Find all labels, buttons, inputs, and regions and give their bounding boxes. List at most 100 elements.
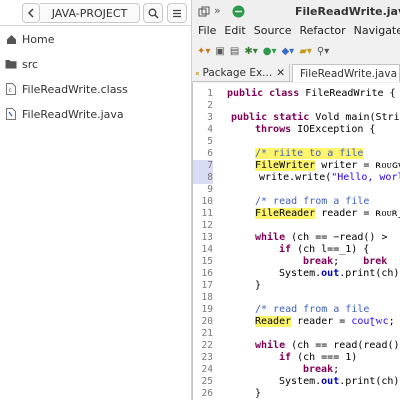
- window-title: FileReadWrite.java: [295, 5, 400, 18]
- run-icon[interactable]: ●▾: [263, 46, 277, 57]
- menu-button[interactable]: [167, 3, 187, 23]
- toolbar: ✦▾ ▣ ▤ ✱▾ ●▾ ◆▾ ▰▾ ⚲▾: [192, 42, 400, 60]
- line-number: 13: [201, 232, 213, 243]
- search-button[interactable]: [143, 3, 163, 23]
- code-line: /* riite to a file: [255, 148, 364, 159]
- line-number: 11: [201, 208, 213, 219]
- list-item-label: FileReadWrite.java: [22, 107, 124, 121]
- code-line: break;: [303, 364, 340, 375]
- debug-icon[interactable]: ✱▾: [244, 46, 257, 57]
- list-item-src-folder[interactable]: src: [0, 52, 191, 76]
- file-manager-header: JAVA-PROJECT: [0, 0, 192, 26]
- menu-item-file[interactable]: File: [198, 24, 216, 42]
- code-line: /* read from a file: [255, 196, 370, 207]
- path-bar-button[interactable]: JAVA-PROJECT: [40, 3, 140, 23]
- save-icon[interactable]: ▣: [215, 46, 224, 57]
- ide-window: » FileReadWrite.java File Edit Source Re…: [192, 0, 400, 400]
- close-icon[interactable]: ✕: [276, 67, 285, 79]
- path-label: JAVA-PROJECT: [51, 6, 128, 20]
- tab-label: Package Ex...: [202, 67, 273, 79]
- line-number: 8: [193, 172, 213, 184]
- tab-package-explorer[interactable]: Package Ex... ✕: [192, 64, 290, 82]
- code-line: FileReader reader = ʀᴏᴜʀʃʀ: [255, 208, 400, 219]
- line-number: 7: [193, 160, 213, 172]
- restore-window-icon[interactable]: [198, 6, 210, 18]
- external-tools-icon[interactable]: ◆▾: [281, 46, 294, 57]
- line-number: 23: [201, 352, 213, 363]
- code-line: }: [255, 280, 262, 291]
- code-line: System.out.print(ch);: [279, 376, 400, 387]
- line-number: 14: [201, 244, 213, 255]
- search-icon: [148, 8, 159, 19]
- code-line: throws IOException {: [255, 124, 376, 135]
- line-number: 2: [207, 100, 213, 111]
- code-line: /* read from a file: [255, 304, 370, 315]
- list-item-label: src: [22, 57, 39, 71]
- line-number: 1: [207, 88, 213, 99]
- sidebar-item-home[interactable]: Home: [0, 27, 191, 51]
- line-number: 21: [201, 328, 213, 339]
- chevron-right-icon[interactable]: »: [214, 4, 221, 17]
- line-number: 12: [201, 220, 213, 231]
- ide-title-bar: » FileReadWrite.java: [192, 0, 400, 24]
- code-line: public class FileReadWrite {: [227, 88, 396, 99]
- back-button[interactable]: [22, 3, 40, 23]
- menu-item-source[interactable]: Source: [254, 24, 292, 42]
- code-line: }: [255, 388, 262, 399]
- code-line: Reader reader = couʈᴡc;: [255, 316, 395, 327]
- line-number: 3: [207, 112, 213, 123]
- line-number: 24: [201, 364, 213, 375]
- tab-editor-file[interactable]: FileReadWrite.java ✕: [292, 64, 400, 82]
- class-file-icon: c: [6, 83, 16, 95]
- line-number: 26: [201, 388, 213, 399]
- hamburger-menu-icon: [173, 9, 181, 17]
- line-number-gutter: 1 2 3 4 5 6 7 8 9 10 11 12 13 14 15 16 17 18 19 20 21 22 23 24 2…: [193, 83, 217, 400]
- line-number: 16: [201, 268, 213, 279]
- package-explorer-icon: [196, 71, 200, 75]
- code-line: if (ch === 1): [279, 352, 358, 363]
- list-item-label: FileReadWrite.class: [22, 82, 128, 96]
- code-area[interactable]: public class FileReadWrite { public stat…: [227, 83, 400, 400]
- menu-item-edit[interactable]: Edit: [224, 24, 245, 42]
- print-icon[interactable]: ▤: [230, 46, 239, 57]
- tab-bar: Package Ex... ✕ FileReadWrite.java ✕: [192, 62, 400, 82]
- line-number: 20: [201, 316, 213, 327]
- line-number: 4: [207, 124, 213, 135]
- line-number: 22: [201, 340, 213, 351]
- eclipse-logo-icon: [232, 5, 245, 18]
- menu-bar: File Edit Source Refactor Navigate Se: [192, 24, 400, 42]
- line-number: 15: [201, 256, 213, 267]
- search-tool-icon[interactable]: ⚲▾: [317, 46, 329, 57]
- code-line: public static Vold main(Strin: [231, 112, 400, 123]
- svg-text:c: c: [9, 87, 12, 94]
- sidebar-item-label: Home: [22, 32, 55, 46]
- menu-item-refactor[interactable]: Refactor: [300, 24, 346, 42]
- code-editor[interactable]: 1 2 3 4 5 6 7 8 9 10 11 12 13 14 15 16 17 18 19 20 21 22 23 24 2…: [192, 83, 400, 400]
- new-wizard-icon[interactable]: ✦▾: [197, 46, 210, 57]
- code-line: while (ch == −read() >: [255, 232, 388, 243]
- open-type-icon[interactable]: ▰▾: [299, 46, 312, 57]
- list-item-class-file[interactable]: c FileReadWrite.class: [0, 77, 191, 101]
- chevron-left-icon: [27, 8, 34, 18]
- home-icon: [6, 34, 16, 44]
- line-number: 19: [201, 304, 213, 315]
- code-line: write.write("Hello, worl: [259, 172, 400, 183]
- code-line: System.out.print(ch);: [279, 268, 400, 279]
- code-line: FileWriter writer = ʀᴏᴜɢᴡᴜᴡ: [255, 160, 400, 171]
- menu-item-navigate[interactable]: Navigate: [354, 24, 400, 42]
- line-number: 10: [201, 196, 213, 207]
- line-number: 6: [207, 148, 213, 159]
- line-number: 25: [201, 376, 213, 387]
- line-number: 17: [201, 280, 213, 291]
- list-item-java-file[interactable]: FileReadWrite.java: [0, 102, 191, 126]
- java-file-icon: [6, 108, 16, 120]
- code-line: break; brek: [303, 256, 388, 267]
- code-line: if (ch l==_1) {: [279, 244, 370, 255]
- code-line: while (ch == read(read(): [255, 340, 400, 351]
- line-number: 18: [201, 292, 213, 303]
- line-number: 9: [207, 184, 213, 195]
- tab-label: FileReadWrite.java: [300, 67, 398, 80]
- file-manager-pane: JAVA-PROJECT Home src c FileReadWrite.cl…: [0, 0, 192, 400]
- folder-icon: [5, 60, 17, 69]
- line-number: 5: [207, 136, 213, 147]
